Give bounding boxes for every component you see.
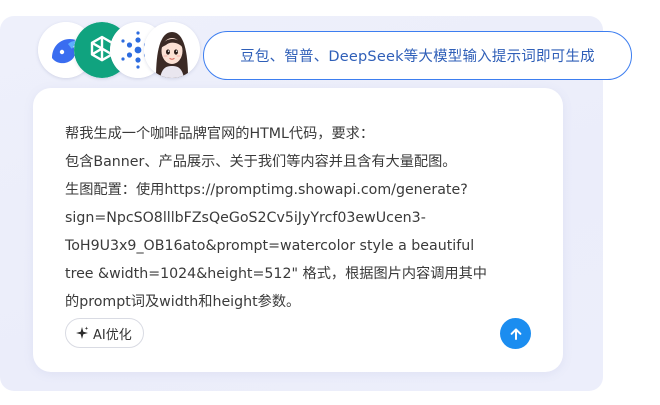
send-button[interactable] [500,318,531,349]
prompt-text-area[interactable]: 帮我生成一个咖啡品牌官网的HTML代码，要求： 包含Banner、产品展示、关于… [65,120,535,316]
assistant-girl-avatar-icon [144,22,200,78]
banner-text: 豆包、智普、DeepSeek等大模型输入提示词即可生成 [240,49,595,65]
prompt-input-card[interactable]: 帮我生成一个咖啡品牌官网的HTML代码，要求： 包含Banner、产品展示、关于… [33,88,563,372]
arrow-up-icon [508,326,524,342]
sparkle-icon [75,326,89,340]
model-support-banner: 豆包、智普、DeepSeek等大模型输入提示词即可生成 [203,31,632,80]
ai-optimize-label: AI优化 [93,327,132,343]
ai-optimize-button[interactable]: AI优化 [65,318,144,348]
